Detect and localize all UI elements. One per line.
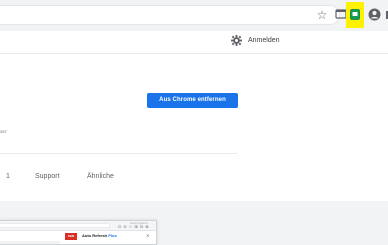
preview-red-badge: KEN (65, 233, 77, 240)
tab-support[interactable]: Support (35, 172, 60, 182)
auto-refresh-extension-icon[interactable] (350, 9, 360, 20)
preview-close-icon: ✕ (146, 233, 150, 238)
profile-icon[interactable] (368, 8, 381, 21)
preview-toolbar-icons: G ⊙ ☆ ⊞ ⊡ ⊕ (118, 224, 150, 229)
preview-title-main: Auto Refresh (82, 233, 108, 238)
store-header: Anmelden (0, 31, 388, 54)
preview-title-accent: Plus (108, 233, 117, 238)
tab-partial[interactable]: 1 (6, 172, 10, 182)
browser-toolbar: ☆ (0, 0, 388, 32)
preview-content (0, 241, 60, 244)
preview-title: Auto Refresh Plus (82, 233, 117, 238)
tab-similar[interactable]: Ähnliche (87, 172, 114, 182)
star-icon[interactable]: ☆ (316, 9, 328, 21)
gear-icon[interactable] (231, 35, 242, 46)
detail-tabs: 1 Support Ähnliche (0, 172, 388, 186)
address-bar[interactable] (0, 5, 340, 25)
signin-link[interactable]: Anmelden (248, 36, 280, 45)
preview-browser-toolbar: Lorem ipsum G ⊙ ☆ ⊞ ⊡ ⊕ (0, 221, 156, 231)
divider (0, 153, 237, 154)
preview-address-bar (0, 223, 110, 228)
screenshot-preview[interactable]: Lorem ipsum G ⊙ ☆ ⊞ ⊡ ⊕ KEN Auto Refresh… (0, 220, 157, 245)
partial-text: 397 (0, 129, 7, 134)
remove-from-chrome-button[interactable]: Aus Chrome entfernen (147, 93, 238, 108)
